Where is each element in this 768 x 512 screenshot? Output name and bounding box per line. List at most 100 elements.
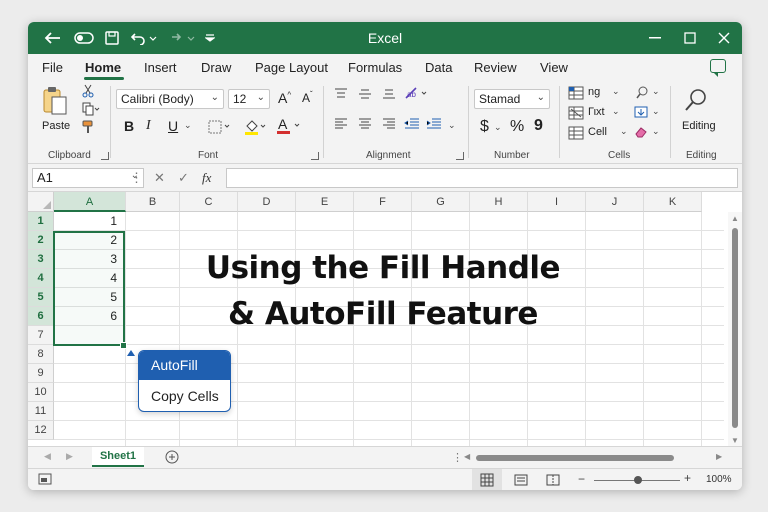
find-icon[interactable]	[636, 86, 648, 103]
select-all-button[interactable]	[28, 192, 54, 212]
insert-cells-label[interactable]: ng	[588, 86, 600, 98]
column-header-e[interactable]: E	[296, 192, 354, 212]
currency-button[interactable]: $	[480, 118, 489, 136]
copy-icon[interactable]	[82, 102, 100, 119]
tab-insert[interactable]: Insert	[144, 60, 177, 75]
row-header-7[interactable]: 7	[28, 326, 54, 345]
row-header-4[interactable]: 4	[28, 269, 54, 288]
cell-a1[interactable]: 1	[55, 212, 121, 231]
row-header-10[interactable]: 10	[28, 383, 54, 402]
delete-cells-icon[interactable]	[568, 106, 584, 123]
scroll-down-icon[interactable]: ▼	[731, 436, 739, 445]
scroll-left-icon[interactable]: ◀	[464, 452, 470, 461]
shrink-font-button[interactable]: Aˇ	[302, 90, 313, 105]
align-right-icon[interactable]	[382, 118, 396, 133]
tab-home[interactable]: Home	[85, 60, 121, 75]
tab-split-icon[interactable]: ⋮	[452, 451, 463, 464]
format-painter-icon[interactable]	[82, 120, 94, 137]
name-box[interactable]: A1 ⌄	[32, 168, 144, 188]
column-header-d[interactable]: D	[238, 192, 296, 212]
paste-icon[interactable]	[42, 86, 68, 119]
zoom-slider-thumb[interactable]	[634, 476, 642, 484]
font-launcher-icon[interactable]	[311, 152, 319, 160]
font-name-select[interactable]: Calibri (Body) ⌄	[116, 89, 224, 109]
accessibility-icon[interactable]	[38, 473, 52, 488]
tab-data[interactable]: Data	[425, 60, 452, 75]
chevron-down-icon[interactable]: ⌄	[612, 106, 620, 117]
tab-view[interactable]: View	[540, 60, 568, 75]
fill-handle[interactable]	[120, 342, 127, 349]
tab-review[interactable]: Review	[474, 60, 517, 75]
grow-font-button[interactable]: A^	[278, 90, 291, 106]
column-header-i[interactable]: I	[528, 192, 586, 212]
tab-page-layout[interactable]: Page Layout	[255, 60, 328, 75]
scroll-up-icon[interactable]: ▲	[731, 214, 739, 223]
middle-align-icon[interactable]	[358, 88, 372, 103]
chevron-down-icon[interactable]: ⌄	[652, 106, 660, 117]
column-header-h[interactable]: H	[470, 192, 528, 212]
decrease-indent-icon[interactable]	[404, 118, 420, 133]
formula-input[interactable]	[226, 168, 738, 188]
top-align-icon[interactable]	[334, 88, 348, 103]
next-sheet-icon[interactable]: ▶	[66, 451, 73, 462]
font-color-icon[interactable]: A	[276, 116, 302, 139]
tab-formulas[interactable]: Formulas	[348, 60, 402, 75]
row-header-8[interactable]: 8	[28, 345, 54, 364]
alignment-launcher-icon[interactable]	[456, 152, 464, 160]
page-layout-view-icon[interactable]	[514, 474, 528, 489]
column-header-b[interactable]: B	[126, 192, 180, 212]
column-header-a[interactable]: A	[54, 192, 126, 212]
formula-bar-options-icon[interactable]: ⋮	[130, 170, 143, 186]
underline-button[interactable]: U	[168, 118, 178, 134]
zoom-in-icon[interactable]: +	[684, 471, 691, 485]
bottom-align-icon[interactable]	[382, 88, 396, 103]
row-header-2[interactable]: 2	[28, 231, 54, 250]
delete-cells-label[interactable]: Γιxt	[588, 106, 605, 118]
format-cells-label[interactable]: Cell	[588, 126, 607, 138]
row-header-3[interactable]: 3	[28, 250, 54, 269]
row-header-5[interactable]: 5	[28, 288, 54, 307]
scroll-right-icon[interactable]: ▶	[716, 452, 722, 461]
cancel-icon[interactable]: ✕	[154, 170, 165, 186]
insert-cells-icon[interactable]	[568, 86, 584, 103]
fill-icon[interactable]	[634, 106, 648, 121]
row-header-9[interactable]: 9	[28, 364, 54, 383]
clipboard-launcher-icon[interactable]	[101, 152, 109, 160]
align-center-icon[interactable]	[358, 118, 372, 133]
chevron-down-icon[interactable]: ⌄	[184, 120, 192, 131]
column-header-g[interactable]: G	[412, 192, 470, 212]
fill-color-icon[interactable]	[244, 118, 268, 139]
chevron-down-icon[interactable]: ⌄	[612, 86, 620, 97]
autofill-option[interactable]: AutoFill	[139, 351, 230, 380]
minimize-icon[interactable]	[644, 28, 666, 48]
align-left-icon[interactable]	[334, 118, 348, 133]
search-icon[interactable]	[684, 88, 708, 115]
sheet-tab-sheet1[interactable]: Sheet1	[92, 447, 144, 467]
copy-cells-option[interactable]: Copy Cells	[139, 382, 230, 411]
column-header-c[interactable]: C	[180, 192, 238, 212]
borders-icon[interactable]	[208, 120, 232, 137]
close-icon[interactable]	[713, 28, 735, 48]
row-header-1[interactable]: 1	[28, 212, 54, 231]
tab-draw[interactable]: Draw	[201, 60, 231, 75]
paste-label[interactable]: Paste	[42, 120, 70, 132]
orientation-icon[interactable]: ab	[404, 86, 430, 103]
italic-button[interactable]: I	[146, 118, 151, 134]
column-header-j[interactable]: J	[586, 192, 644, 212]
clear-icon[interactable]	[634, 126, 648, 141]
font-size-select[interactable]: 12 ⌄	[228, 89, 270, 109]
row-header-12[interactable]: 12	[28, 421, 54, 440]
column-header-k[interactable]: K	[644, 192, 702, 212]
autofill-options-icon[interactable]	[127, 350, 135, 356]
feedback-icon[interactable]	[710, 59, 726, 77]
format-cells-icon[interactable]	[568, 126, 584, 143]
chevron-down-icon[interactable]: ⌄	[448, 120, 456, 131]
zoom-level[interactable]: 100%	[706, 474, 732, 485]
prev-sheet-icon[interactable]: ◀	[44, 451, 51, 462]
percent-button[interactable]: %	[510, 118, 524, 136]
chevron-down-icon[interactable]: ⌄	[494, 122, 502, 133]
bold-button[interactable]: B	[124, 118, 134, 134]
add-sheet-icon[interactable]	[164, 449, 180, 470]
normal-view-button[interactable]	[472, 469, 502, 490]
chevron-down-icon[interactable]: ⌄	[652, 126, 660, 137]
